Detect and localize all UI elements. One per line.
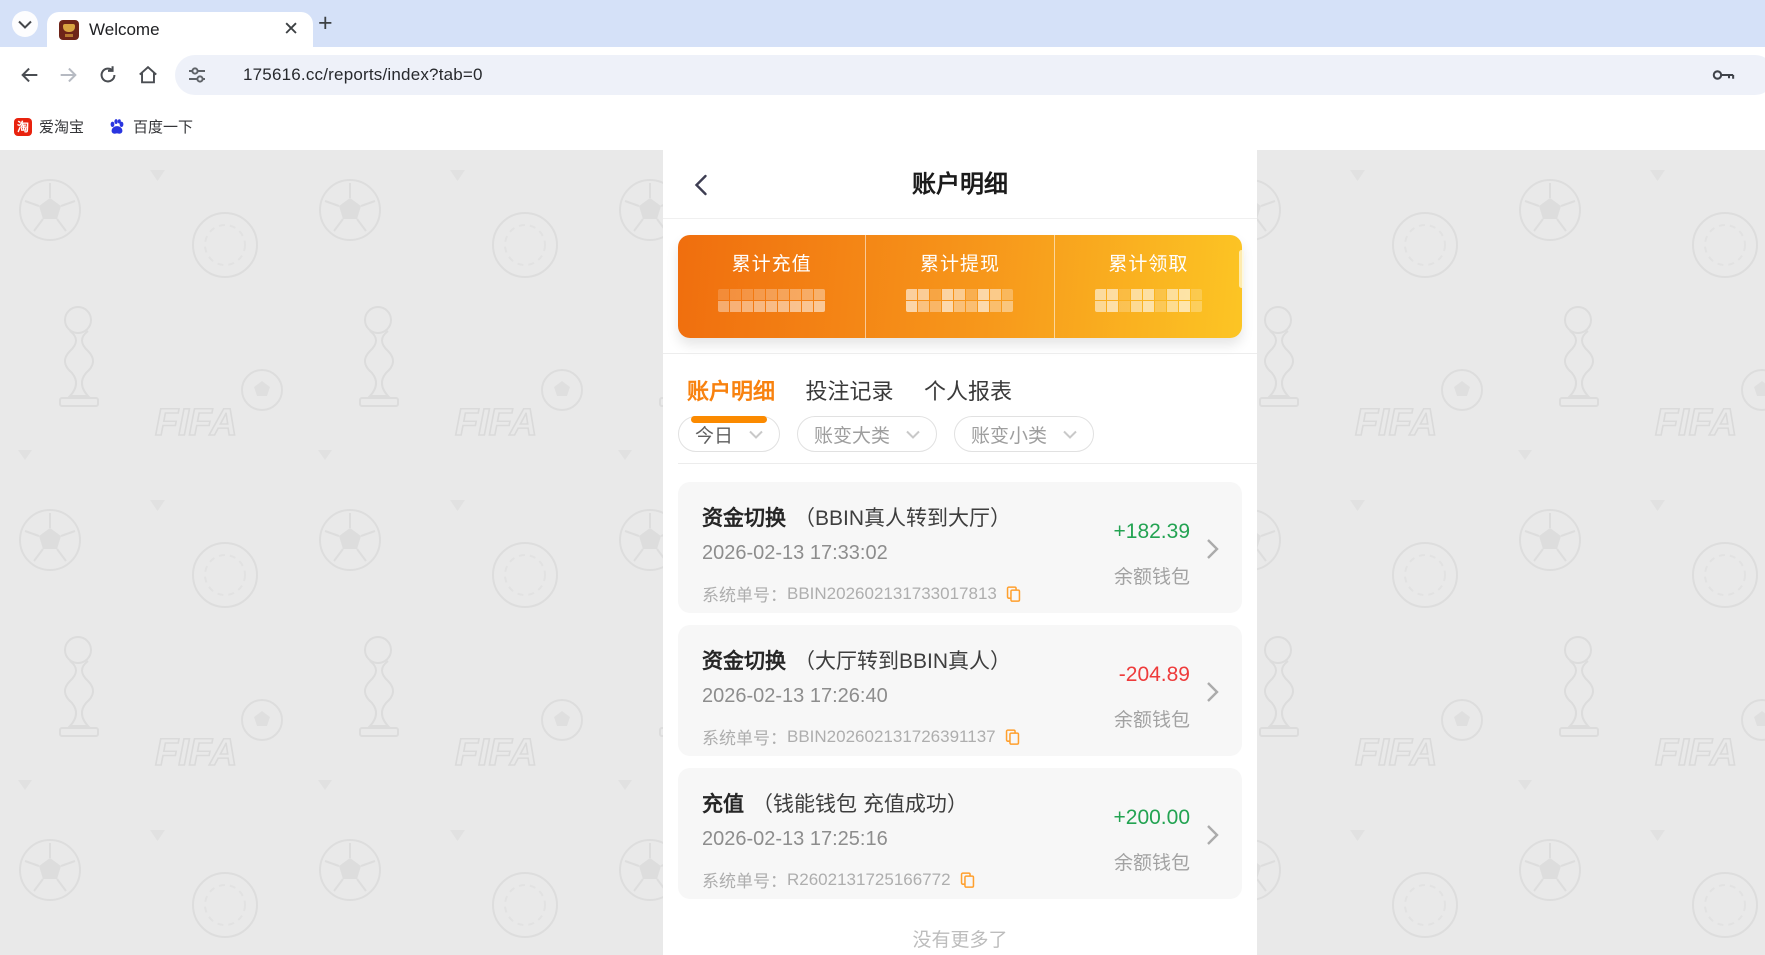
page-header: 账户明细 [663, 150, 1257, 219]
taobao-icon: 淘 [14, 118, 32, 136]
transaction-order-row: 系统单号：R2602131725166772 [702, 867, 976, 892]
filter-label: 今日 [695, 421, 733, 448]
web-page: FIFA 账户明细 累计充值 累计提现 累计领取 [0, 150, 1765, 955]
transaction-order-row: 系统单号：BBIN202602131726391137 [702, 724, 1021, 749]
browser-tab[interactable]: Welcome ✕ [47, 12, 313, 47]
transaction-time: 2026-02-13 17:26:40 [702, 685, 888, 708]
browser-toolbar: 175616.cc/reports/index?tab=0 [0, 47, 1765, 103]
bookmark-label: 百度一下 [133, 116, 193, 137]
baidu-paw-icon [108, 118, 126, 136]
stat-label: 累计充值 [678, 249, 865, 276]
order-label: 系统单号： [702, 867, 787, 892]
transaction-desc: （BBIN真人转到大厅） [794, 507, 1011, 530]
back-chevron-icon[interactable] [689, 172, 715, 198]
tab-close-icon[interactable]: ✕ [279, 18, 303, 41]
bookmark-taobao[interactable]: 淘 爱淘宝 [14, 116, 84, 137]
chevron-down-icon [1063, 430, 1077, 439]
back-arrow-icon [19, 64, 41, 86]
copy-icon[interactable] [1005, 585, 1022, 602]
masked-value [1095, 289, 1202, 312]
order-number: BBIN202602131726391137 [787, 727, 996, 747]
filter-label: 账变小类 [971, 421, 1047, 448]
wallet-label: 余额钱包 [1114, 562, 1190, 589]
transaction-order-row: 系统单号：BBIN202602131733017813 [702, 581, 1022, 606]
url-text[interactable]: 175616.cc/reports/index?tab=0 [243, 65, 483, 85]
home-icon [137, 64, 159, 86]
stat-label: 累计提现 [866, 249, 1053, 276]
browser-tab-strip: Welcome ✕ + [0, 0, 1765, 47]
transaction-type: 资金切换 [702, 650, 786, 673]
bookmarks-bar: 淘 爱淘宝 百度一下 [0, 103, 1765, 150]
tab-bet-records[interactable]: 投注记录 [805, 374, 893, 406]
transaction-amount: +182.39 [1114, 520, 1191, 544]
chevron-right-icon[interactable] [1205, 824, 1220, 846]
tab-account-detail[interactable]: 账户明细 [687, 374, 775, 406]
forward-arrow-icon [57, 64, 79, 86]
site-favicon [59, 20, 79, 40]
stat-label: 累计领取 [1055, 249, 1242, 276]
transaction-row[interactable]: 充值 （钱能钱包 充值成功） 2026-02-13 17:25:16 系统单号：R… [678, 768, 1242, 899]
tab-personal-report[interactable]: 个人报表 [924, 374, 1012, 406]
wallet-label: 余额钱包 [1114, 848, 1190, 875]
stats-scrollbar-thumb[interactable] [1239, 250, 1244, 288]
order-label: 系统单号： [702, 724, 787, 749]
stat-total-withdraw: 累计提现 [865, 235, 1053, 338]
password-key-icon[interactable] [1711, 65, 1735, 85]
site-settings-icon[interactable] [187, 65, 207, 85]
transaction-amount: +200.00 [1114, 806, 1191, 830]
transaction-row[interactable]: 资金切换 （BBIN真人转到大厅） 2026-02-13 17:33:02 系统单… [678, 482, 1242, 613]
order-number: R2602131725166772 [787, 870, 951, 890]
transaction-type: 资金切换 [702, 507, 786, 530]
reload-icon [97, 64, 119, 86]
filter-label: 账变大类 [814, 421, 890, 448]
filter-minor-type-dropdown[interactable]: 账变小类 [954, 416, 1094, 452]
transaction-type: 充值 [702, 793, 744, 816]
account-detail-panel: 账户明细 累计充值 累计提现 累计领取 账户明细 投注记录 个人报表 [663, 150, 1257, 955]
forward-button[interactable] [54, 61, 82, 89]
url-bar[interactable]: 175616.cc/reports/index?tab=0 [175, 55, 1765, 95]
tab-search-button[interactable] [12, 11, 38, 37]
transaction-time: 2026-02-13 17:33:02 [702, 542, 888, 565]
reload-button[interactable] [94, 61, 122, 89]
wallet-label: 余额钱包 [1114, 705, 1190, 732]
stats-summary-card: 累计充值 累计提现 累计领取 [678, 235, 1242, 338]
new-tab-button[interactable]: + [318, 10, 333, 36]
active-tab-underline [691, 416, 767, 423]
transaction-desc: （钱能钱包 充值成功） [752, 793, 968, 816]
copy-icon[interactable] [959, 871, 976, 888]
report-tabs: 账户明细 投注记录 个人报表 [663, 353, 1257, 406]
page-title: 账户明细 [663, 150, 1257, 219]
chevron-down-icon [906, 430, 920, 439]
masked-value [718, 289, 825, 312]
no-more-text: 没有更多了 [678, 925, 1242, 952]
chevron-right-icon[interactable] [1205, 538, 1220, 560]
transaction-row[interactable]: 资金切换 （大厅转到BBIN真人） 2026-02-13 17:26:40 系统单… [678, 625, 1242, 756]
stat-total-deposit: 累计充值 [678, 235, 865, 338]
bookmark-baidu[interactable]: 百度一下 [108, 116, 193, 137]
bookmark-label: 爱淘宝 [39, 116, 84, 137]
chevron-down-icon [749, 430, 763, 439]
order-label: 系统单号： [702, 581, 787, 606]
masked-value [906, 289, 1013, 312]
filter-major-type-dropdown[interactable]: 账变大类 [797, 416, 937, 452]
home-button[interactable] [134, 61, 162, 89]
transaction-amount: -204.89 [1119, 663, 1190, 687]
transaction-time: 2026-02-13 17:25:16 [702, 828, 888, 851]
filter-row: 今日 账变大类 账变小类 [678, 416, 1257, 464]
tab-title: Welcome [89, 20, 279, 40]
chevron-right-icon[interactable] [1205, 681, 1220, 703]
order-number: BBIN202602131733017813 [787, 584, 997, 604]
back-button[interactable] [16, 61, 44, 89]
transaction-list: 资金切换 （BBIN真人转到大厅） 2026-02-13 17:33:02 系统单… [663, 464, 1257, 952]
chevron-down-icon [18, 20, 32, 29]
copy-icon[interactable] [1004, 728, 1021, 745]
stat-total-claimed: 累计领取 [1054, 235, 1242, 338]
transaction-desc: （大厅转到BBIN真人） [794, 650, 1011, 673]
